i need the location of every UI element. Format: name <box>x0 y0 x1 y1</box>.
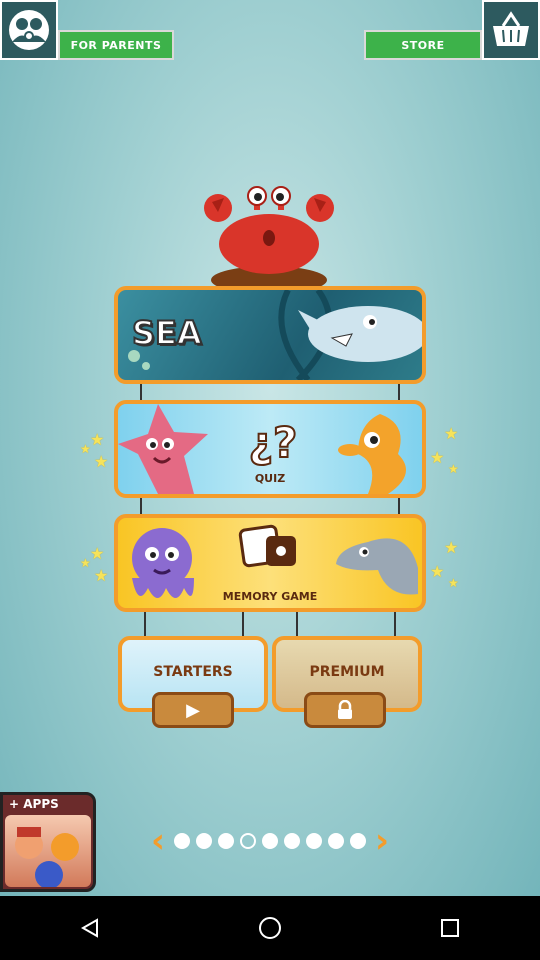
apps-promo-image <box>5 815 91 889</box>
rope-decoration <box>394 612 396 638</box>
page-dot[interactable] <box>174 833 190 849</box>
page-indicator: ‹ › <box>140 824 400 858</box>
star-icon: ★ <box>80 556 91 570</box>
chevron-left-icon[interactable]: ‹ <box>145 824 171 858</box>
more-apps-label: + APPS <box>9 797 59 811</box>
page-dot[interactable] <box>328 833 344 849</box>
star-icon: ★ <box>430 562 445 581</box>
star-icon: ★ <box>444 538 459 557</box>
basket-icon[interactable] <box>482 0 540 60</box>
star-icon: ★ <box>90 430 105 449</box>
page-dot[interactable] <box>218 833 234 849</box>
page-dot[interactable] <box>306 833 322 849</box>
rope-decoration <box>296 612 298 638</box>
star-icon: ★ <box>448 462 459 476</box>
play-icon: ▶ <box>186 699 200 721</box>
page-dot[interactable] <box>196 833 212 849</box>
quiz-category-card[interactable]: ¿? QUIZ <box>114 400 426 498</box>
star-icon: ★ <box>430 448 445 467</box>
unlock-premium-button[interactable] <box>304 692 386 728</box>
star-icon: ★ <box>448 576 459 590</box>
chevron-right-icon[interactable]: › <box>369 824 395 858</box>
play-button[interactable]: ▶ <box>152 692 234 728</box>
quiz-label: QUIZ <box>254 472 286 485</box>
store-button[interactable]: STORE <box>364 30 482 60</box>
star-icon: ★ <box>80 442 91 456</box>
home-icon[interactable] <box>240 908 300 948</box>
sea-label: SEA <box>131 313 203 353</box>
star-icon: ★ <box>90 544 105 563</box>
system-nav-bar <box>0 896 540 960</box>
top-bar: FOR PARENTS STORE <box>0 0 540 62</box>
star-icon: ★ <box>94 566 109 585</box>
premium-label: PREMIUM <box>309 664 385 680</box>
page-dot[interactable] <box>350 833 366 849</box>
memory-game-label: MEMORY GAME <box>222 590 318 603</box>
lock-icon <box>338 700 352 719</box>
star-icon: ★ <box>94 452 109 471</box>
sea-category-card[interactable]: SEA <box>114 286 426 384</box>
for-parents-button[interactable]: FOR PARENTS <box>58 30 174 60</box>
recents-icon[interactable] <box>420 908 480 948</box>
page-dot[interactable] <box>284 833 300 849</box>
page-dot[interactable] <box>262 833 278 849</box>
rope-decoration <box>144 612 146 638</box>
starters-label: STARTERS <box>153 664 233 680</box>
question-mark-icon: ¿? <box>248 417 299 468</box>
rope-decoration <box>242 612 244 638</box>
back-icon[interactable] <box>60 908 120 948</box>
star-icon: ★ <box>444 424 459 443</box>
more-apps-button[interactable]: + APPS <box>0 792 96 892</box>
crab-mascot-image <box>196 184 342 294</box>
parents-icon[interactable] <box>0 0 58 60</box>
memory-game-category-card[interactable]: MEMORY GAME <box>114 514 426 612</box>
page-dot-active[interactable] <box>240 833 256 849</box>
